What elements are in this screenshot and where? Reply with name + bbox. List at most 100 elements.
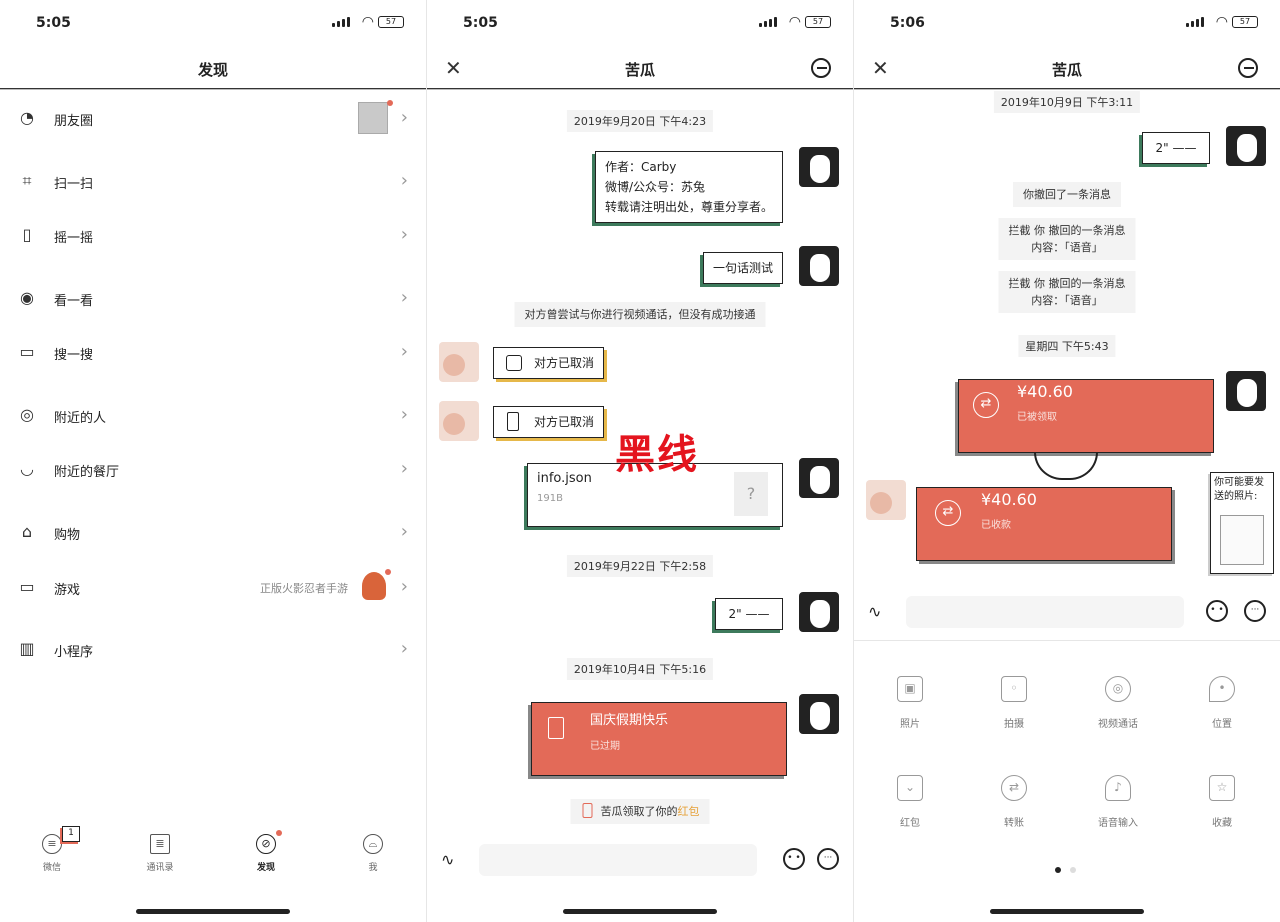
nav-bar: ✕ 苦瓜 <box>854 48 1280 90</box>
menu-item-scan[interactable]: ⌗ 扫一扫 › <box>0 162 426 202</box>
red-packet-title: 国庆假期快乐 <box>590 713 669 728</box>
message-input[interactable] <box>906 596 1184 628</box>
battery-icon: 57 <box>805 16 831 28</box>
menu-label: 购物 <box>54 528 81 543</box>
more-options-icon[interactable]: ··· <box>1244 600 1266 622</box>
transfer-bubble[interactable]: ⇄ ¥40.60 已被领取 <box>958 379 1214 453</box>
chat-screen-1: 5:05 ◠ 57 ✕ 苦瓜 2019年9月20日 下午4:23 作者：Carb… <box>427 0 853 922</box>
chevron-right-icon: › <box>400 576 408 597</box>
menu-item-nearby-restaurants[interactable]: ◡ 附近的餐厅 › <box>0 450 426 490</box>
page-title: 发现 <box>197 61 228 79</box>
contact-avatar[interactable] <box>866 480 906 520</box>
menu-item-moments[interactable]: ◔ 朋友圈 › <box>0 99 426 139</box>
voice-wave-icon[interactable]: ∿ <box>868 602 881 621</box>
nav-divider <box>0 88 426 90</box>
location-icon: • <box>1209 676 1235 702</box>
menu-item-shopping[interactable]: ⌂ 购物 › <box>0 513 426 553</box>
more-options-icon[interactable]: ··· <box>817 848 839 870</box>
self-avatar[interactable] <box>1226 371 1266 411</box>
menu-label: 摇一摇 <box>54 231 94 246</box>
wifi-icon: ◠ <box>1215 14 1228 30</box>
call-status: 对方已取消 <box>534 356 595 370</box>
panel-item-photos[interactable]: ▣ 照片 <box>860 676 960 730</box>
panel-item-red-packet[interactable]: ⌄ 红包 <box>860 775 960 829</box>
game-promo-text: 正版火影忍者手游 <box>260 582 348 595</box>
star-icon: ☆ <box>1209 775 1235 801</box>
self-avatar[interactable] <box>1226 126 1266 166</box>
message-bubble[interactable]: 作者：Carby 微博/公众号：苏兔 转载请注明出处，尊重分享者。 <box>594 151 783 223</box>
drawn-ellipse <box>1034 452 1098 480</box>
self-avatar[interactable] <box>799 694 839 734</box>
shop-icon: ⌂ <box>21 522 33 541</box>
tab-contacts[interactable]: ≣ 通讯录 <box>130 834 190 873</box>
panel-item-video-call[interactable]: ◎ 视频通话 <box>1068 676 1168 730</box>
menu-label: 附近的人 <box>54 411 107 426</box>
file-icon: ? <box>734 472 768 516</box>
timestamp: 星期四 下午5:43 <box>1018 335 1116 357</box>
tab-discover[interactable]: ⊘ 发现 <box>236 830 296 873</box>
tab-me[interactable]: ⌓ 我 <box>343 834 403 873</box>
contact-avatar[interactable] <box>439 401 479 441</box>
panel-label: 视频通话 <box>1098 719 1138 730</box>
discover-screen: 5:05 ◠ 57 发现 ◔ 朋友圈 › ⌗ 扫一扫 › ▯ 摇一摇 › ◉ 看… <box>0 0 426 922</box>
red-packet-notice: 苦瓜领取了你的红包 <box>570 799 710 824</box>
wifi-icon: ◠ <box>361 14 374 30</box>
panel-label: 照片 <box>900 719 920 730</box>
message-bubble[interactable]: 一句话测试 <box>702 252 783 284</box>
contact-avatar[interactable] <box>439 342 479 382</box>
menu-label: 附近的餐厅 <box>54 465 120 480</box>
scan-icon: ⌗ <box>22 171 32 190</box>
panel-item-favorites[interactable]: ☆ 收藏 <box>1172 775 1272 829</box>
self-avatar[interactable] <box>799 458 839 498</box>
emoji-icon[interactable]: • • <box>783 848 805 870</box>
panel-label: 位置 <box>1212 719 1232 730</box>
chat-title: 苦瓜 <box>1051 61 1082 79</box>
menu-item-games[interactable]: ▭ 游戏 正版火影忍者手游 › <box>0 568 426 608</box>
headset-icon: ♪ <box>1105 775 1131 801</box>
call-cancelled-bubble[interactable]: 对方已取消 <box>493 347 605 379</box>
tab-chats[interactable]: ≡ 1 微信 <box>22 826 82 873</box>
voice-bubble[interactable]: 2" —— <box>1142 132 1210 164</box>
miniprogram-icon: ▥ <box>19 639 35 658</box>
chevron-right-icon: › <box>400 638 408 659</box>
photo-thumbnail <box>1220 515 1264 565</box>
message-line: 转载请注明出处，尊重分享者。 <box>604 200 773 214</box>
red-packet-bubble[interactable]: 国庆假期快乐 已过期 <box>531 702 787 776</box>
timestamp: 2019年9月22日 下午2:58 <box>566 555 714 577</box>
menu-label: 搜一搜 <box>54 348 94 363</box>
more-icon[interactable] <box>811 58 831 78</box>
menu-item-mini-programs[interactable]: ▥ 小程序 › <box>0 630 426 670</box>
signal-icon <box>332 17 350 27</box>
nav-bar: 发现 <box>0 48 426 90</box>
chevron-right-icon: › <box>400 107 408 128</box>
panel-item-transfer[interactable]: ⇄ 转账 <box>964 775 1064 829</box>
menu-label: 朋友圈 <box>54 114 94 129</box>
voice-wave-icon[interactable]: ∿ <box>441 850 454 869</box>
chevron-right-icon: › <box>400 521 408 542</box>
menu-item-look[interactable]: ◉ 看一看 › <box>0 279 426 319</box>
emoji-icon[interactable]: • • <box>1206 600 1228 622</box>
self-avatar[interactable] <box>799 147 839 187</box>
self-avatar[interactable] <box>799 246 839 286</box>
panel-item-location[interactable]: • 位置 <box>1172 676 1272 730</box>
panel-item-camera[interactable]: ◦ 拍摄 <box>964 676 1064 730</box>
restaurant-icon: ◡ <box>20 459 34 478</box>
menu-item-nearby-people[interactable]: ◎ 附近的人 › <box>0 396 426 436</box>
voice-bubble[interactable]: 2" —— <box>715 598 783 630</box>
notice-link[interactable]: 红包 <box>678 805 700 818</box>
transfer-amount: ¥40.60 <box>981 490 1037 509</box>
panel-label: 语音输入 <box>1098 818 1138 829</box>
call-cancelled-bubble[interactable]: 对方已取消 <box>493 406 605 438</box>
menu-item-search[interactable]: ▭ 搜一搜 › <box>0 333 426 373</box>
menu-item-shake[interactable]: ▯ 摇一摇 › <box>0 216 426 256</box>
message-input[interactable] <box>479 844 757 876</box>
panel-item-voice-input[interactable]: ♪ 语音输入 <box>1068 775 1168 829</box>
panel-label: 收藏 <box>1212 818 1232 829</box>
transfer-bubble[interactable]: ⇄ ¥40.60 已收款 <box>916 487 1172 561</box>
self-avatar[interactable] <box>799 592 839 632</box>
menu-label: 小程序 <box>54 645 94 660</box>
suggested-photo-card[interactable]: 你可能要发送的照片: <box>1210 472 1274 574</box>
more-icon[interactable] <box>1238 58 1258 78</box>
intercept-line: 拦截 你 撤回的一条消息 <box>1008 277 1126 290</box>
status-time: 5:05 <box>36 15 71 31</box>
